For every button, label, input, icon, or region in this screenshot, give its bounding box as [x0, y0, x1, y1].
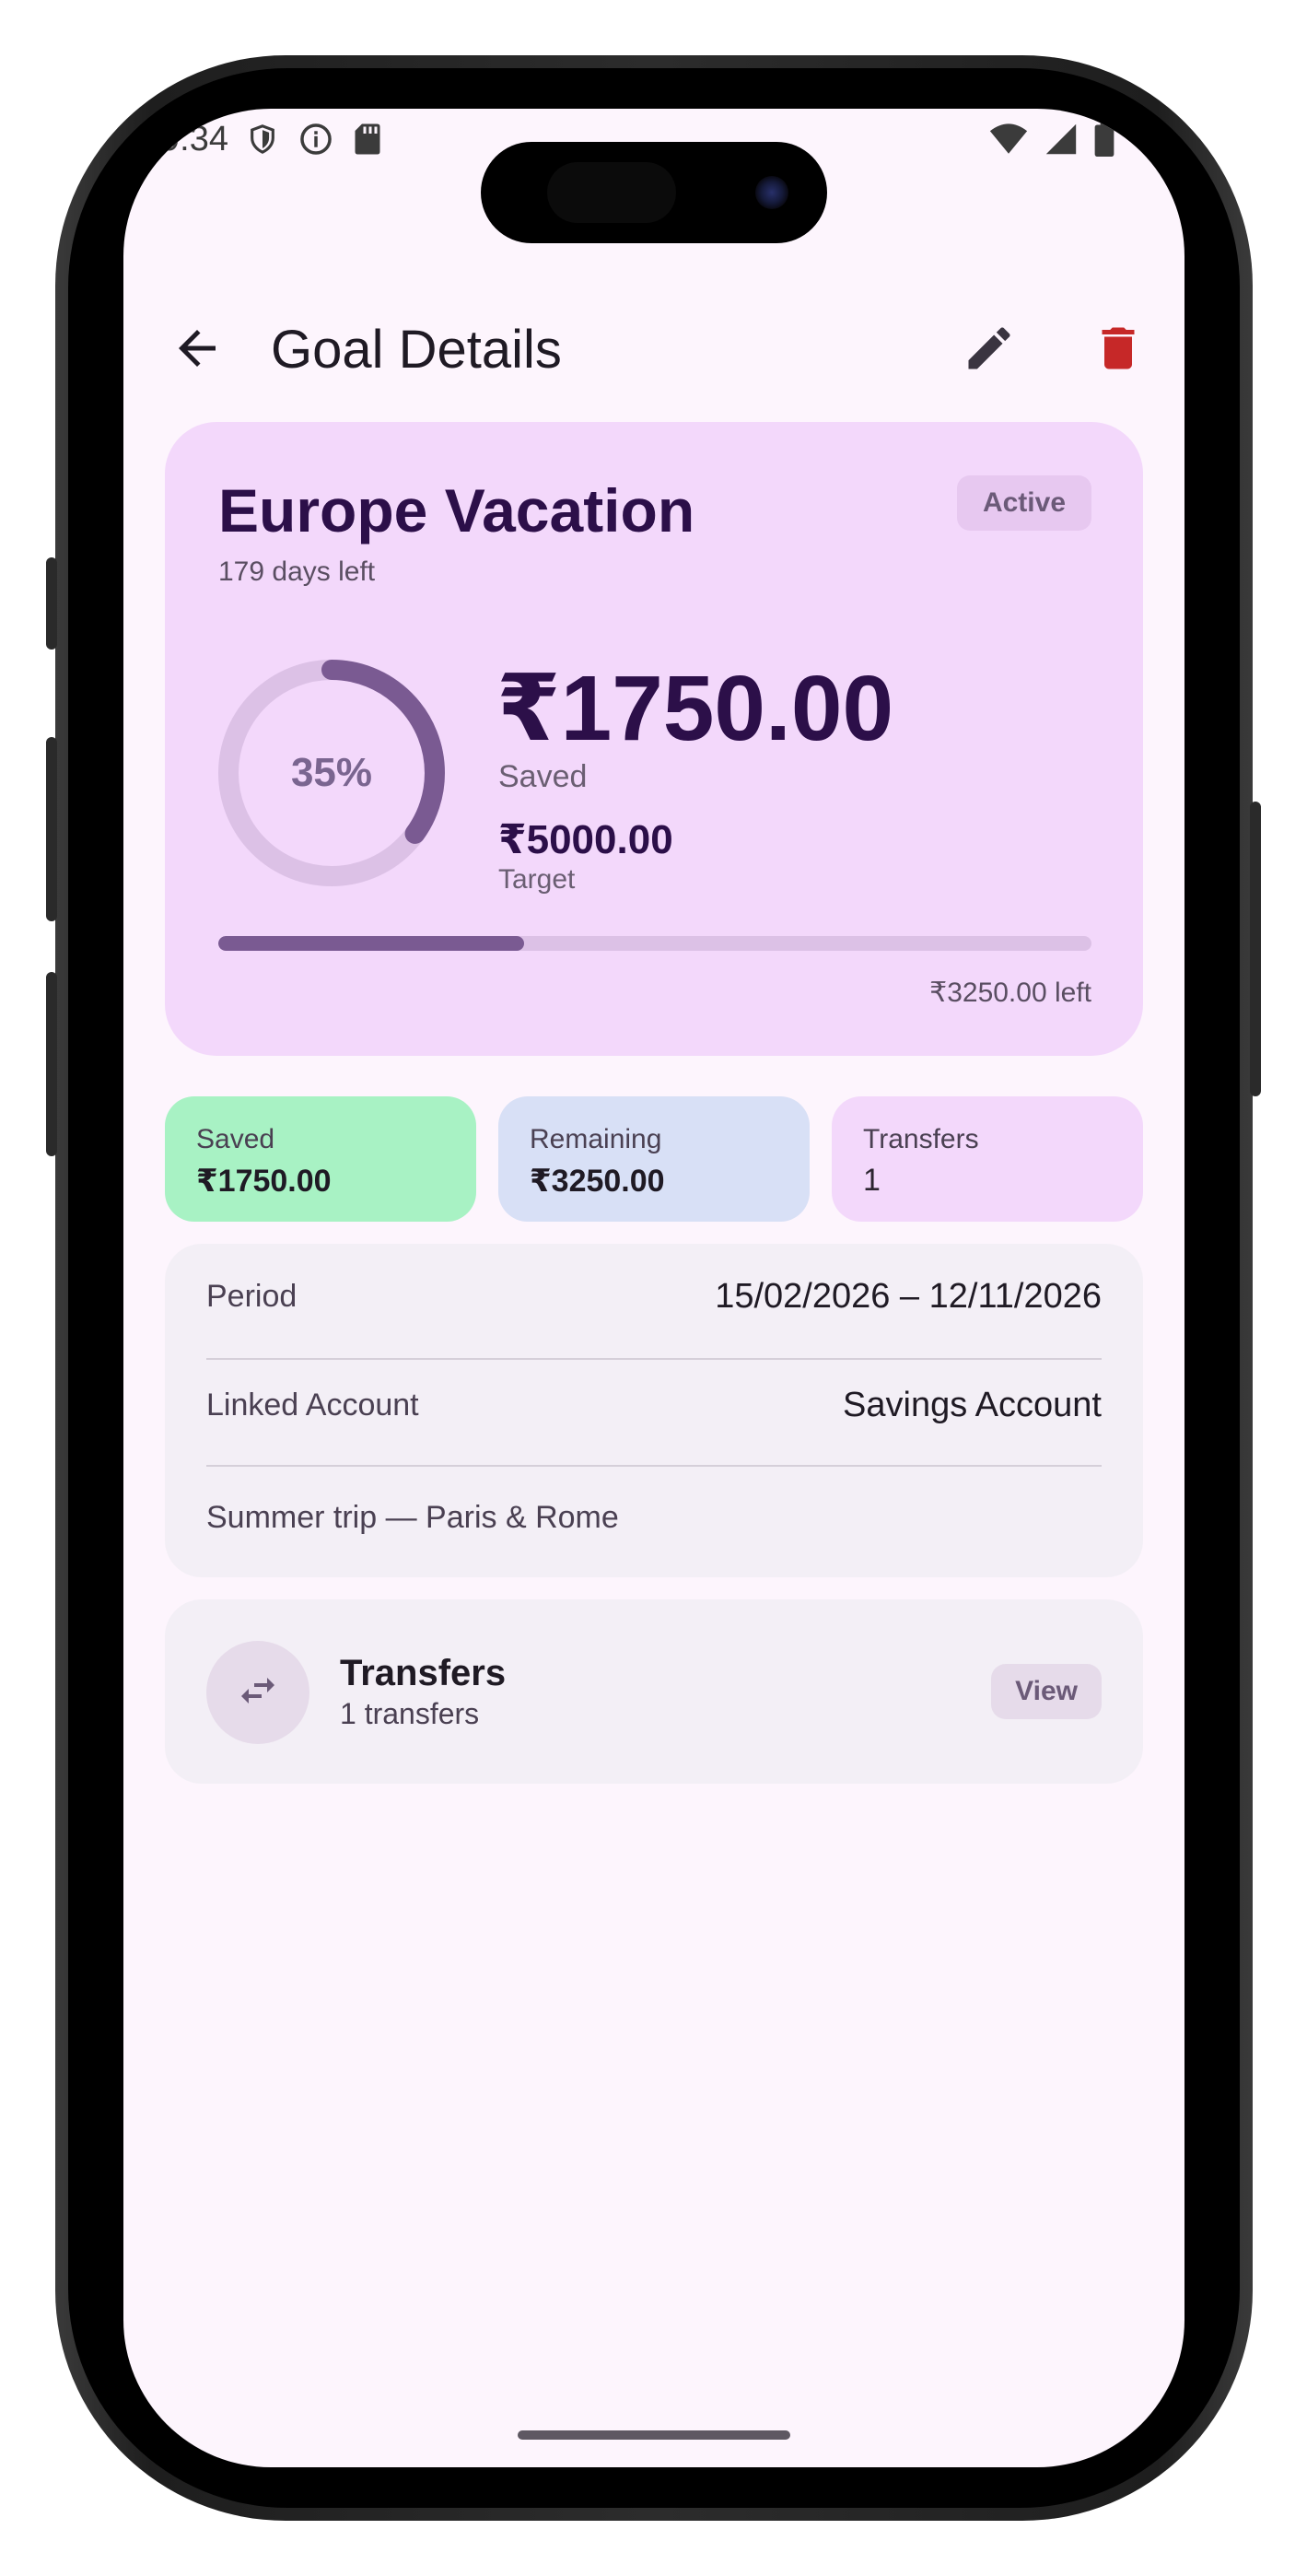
info-icon	[298, 122, 333, 166]
stat-label: Saved	[196, 1124, 275, 1154]
signal-icon	[1044, 123, 1078, 165]
pencil-icon	[962, 327, 1017, 380]
divider	[206, 1465, 1102, 1467]
progress-bar-fill	[218, 936, 524, 951]
stat-value: ₹1750.00	[196, 1164, 332, 1199]
stat-label: Remaining	[530, 1124, 662, 1154]
battery-icon	[1094, 122, 1114, 166]
period-value: 15/02/2026 – 12/11/2026	[715, 1277, 1102, 1316]
period-label: Period	[206, 1279, 298, 1314]
front-camera	[755, 176, 788, 209]
edit-button[interactable]	[962, 321, 1017, 376]
stat-value: 1	[863, 1163, 881, 1198]
transfers-count: 1 transfers	[340, 1697, 480, 1730]
progress-percent: 35%	[290, 750, 373, 795]
status-time: 9:34	[160, 120, 228, 158]
progress-bar	[218, 936, 1091, 951]
power-button	[1250, 802, 1261, 1096]
app-screen: 9:34 Goal Details Europe Vacation 179 da…	[123, 109, 1184, 2467]
days-left: 179 days left	[218, 556, 376, 587]
linked-account-row: Linked Account Savings Account	[206, 1352, 1102, 1459]
details-card: Period 15/02/2026 – 12/11/2026 Linked Ac…	[165, 1244, 1143, 1577]
goal-note: Summer trip — Paris & Rome	[206, 1500, 619, 1535]
stat-card-transfers: Transfers 1	[832, 1096, 1143, 1222]
swap-arrows-icon	[236, 1669, 280, 1717]
island-sensor	[547, 162, 676, 223]
dynamic-island	[481, 142, 827, 243]
volume-up-button	[46, 737, 57, 921]
target-label: Target	[498, 864, 576, 895]
transfers-card[interactable]: Transfers 1 transfers View	[165, 1599, 1143, 1784]
view-transfers-button[interactable]: View	[991, 1664, 1102, 1719]
delete-button[interactable]	[1091, 321, 1146, 376]
goal-name: Europe Vacation	[218, 476, 695, 544]
arrow-left-icon	[169, 330, 225, 380]
stat-value: ₹3250.00	[530, 1164, 665, 1199]
wifi-icon	[989, 123, 1028, 165]
linked-account-value: Savings Account	[843, 1386, 1102, 1424]
linked-account-label: Linked Account	[206, 1388, 419, 1423]
transfers-title: Transfers	[340, 1653, 507, 1693]
action-button	[46, 557, 57, 650]
trash-icon	[1091, 327, 1146, 380]
saved-amount: ₹1750.00	[496, 657, 894, 760]
saved-label: Saved	[498, 759, 588, 794]
remaining-text: ₹3250.00 left	[929, 978, 1091, 1008]
back-button[interactable]	[169, 321, 225, 376]
status-badge: Active	[956, 475, 1091, 531]
transfers-icon-circle	[206, 1641, 309, 1744]
stat-card-remaining: Remaining ₹3250.00	[498, 1096, 810, 1222]
page-title: Goal Details	[271, 320, 562, 380]
shield-icon	[247, 122, 278, 166]
period-row: Period 15/02/2026 – 12/11/2026	[206, 1244, 1102, 1351]
target-amount: ₹5000.00	[498, 817, 673, 862]
sd-card-icon	[354, 123, 381, 165]
app-bar: Goal Details	[123, 293, 1184, 404]
stat-card-saved: Saved ₹1750.00	[165, 1096, 476, 1222]
home-indicator[interactable]	[518, 2430, 790, 2440]
volume-down-button	[46, 972, 57, 1156]
stat-label: Transfers	[863, 1124, 979, 1154]
goal-summary-card: Europe Vacation 179 days left Active 35%…	[165, 422, 1143, 1056]
